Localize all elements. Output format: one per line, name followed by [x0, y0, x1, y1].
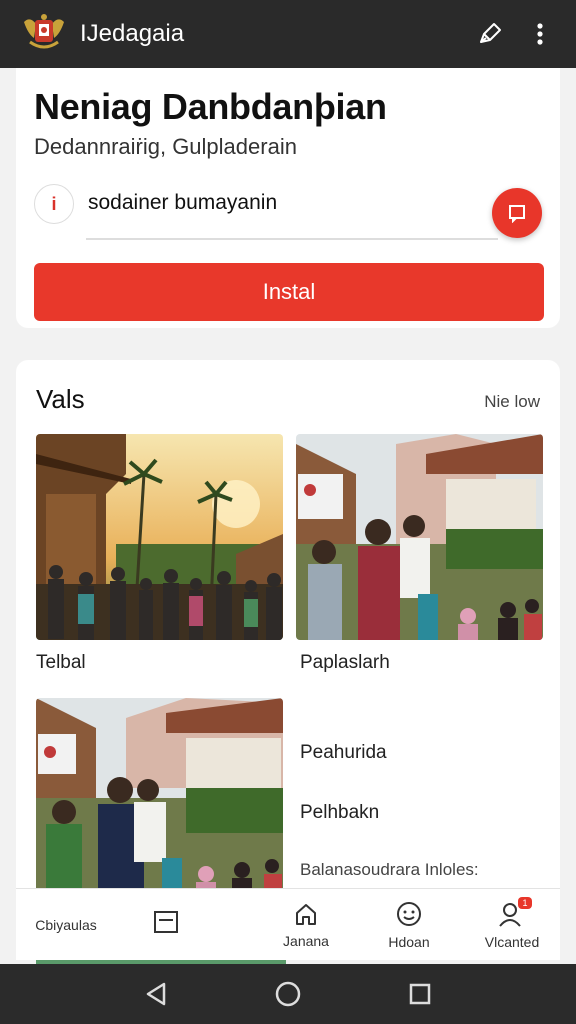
- edit-button[interactable]: [470, 14, 510, 54]
- list-item[interactable]: Pelhbakn: [300, 802, 379, 824]
- section-title: Vals: [36, 384, 85, 414]
- chat-fab-button[interactable]: [492, 188, 542, 238]
- home-icon: [296, 904, 316, 925]
- nav-label: Cbiyaulas: [35, 917, 97, 933]
- more-options-button[interactable]: [520, 14, 560, 54]
- nav-item-1[interactable]: [136, 889, 196, 961]
- pen-icon: [480, 23, 501, 43]
- system-navigation-bar: [0, 964, 576, 1024]
- card-caption: Telbal: [36, 652, 86, 673]
- search-underline: [86, 238, 498, 240]
- photo-market-street[interactable]: [36, 698, 283, 898]
- header-card: Neniag Danbdanþian Dedannraiṙig, Gulplad…: [16, 68, 560, 328]
- smiley-icon: [397, 902, 421, 926]
- chat-icon: [509, 205, 525, 223]
- info-icon[interactable]: i: [34, 184, 74, 224]
- list-box-icon: [154, 911, 178, 933]
- nav-label: Vlcanted: [484, 934, 540, 950]
- list-item[interactable]: Balanasoudrara Inloles:: [300, 860, 479, 880]
- page-title: Neniag Danbdanþian: [34, 86, 387, 127]
- notification-badge: 1: [518, 897, 532, 909]
- home-circle-icon: [275, 981, 301, 1007]
- search-row: i: [34, 182, 544, 242]
- app-logo-icon: [18, 8, 70, 60]
- nav-label: Janana: [283, 933, 329, 949]
- nav-label: Hdoan: [388, 934, 430, 950]
- list-item[interactable]: Peahurida: [300, 742, 387, 764]
- vals-card: Vals Nie low Telbal Paplaslarh Peahurida…: [16, 360, 560, 920]
- back-button[interactable]: [136, 974, 176, 1014]
- back-triangle-icon: [146, 982, 166, 1006]
- photo-village-gathering[interactable]: [36, 434, 283, 640]
- nav-item-0[interactable]: Cbiyaulas: [26, 889, 106, 961]
- info-glyph: i: [51, 193, 57, 214]
- recents-square-icon: [409, 983, 431, 1005]
- app-bar: IJedagaia: [0, 0, 576, 68]
- page-subtitle: Dedannraiṙig, Gulpladerain: [34, 134, 297, 159]
- card-caption: Paplaslarh: [300, 652, 390, 673]
- app-title: IJedagaia: [80, 20, 185, 47]
- search-input[interactable]: [88, 188, 388, 218]
- nav-item-3[interactable]: Hdoan: [374, 889, 444, 961]
- more-vert-icon: [537, 23, 543, 45]
- recents-button[interactable]: [400, 974, 440, 1014]
- home-button[interactable]: [268, 974, 308, 1014]
- install-button[interactable]: Instal: [34, 263, 544, 321]
- photo-villagers-meeting[interactable]: [296, 434, 543, 640]
- bottom-navigation: Cbiyaulas Janana Hdoan 1 Vlcanted: [16, 888, 560, 960]
- view-more-link[interactable]: Nie low: [484, 392, 540, 412]
- nav-item-2[interactable]: Janana: [271, 889, 341, 961]
- nav-item-4[interactable]: 1 Vlcanted: [474, 889, 550, 961]
